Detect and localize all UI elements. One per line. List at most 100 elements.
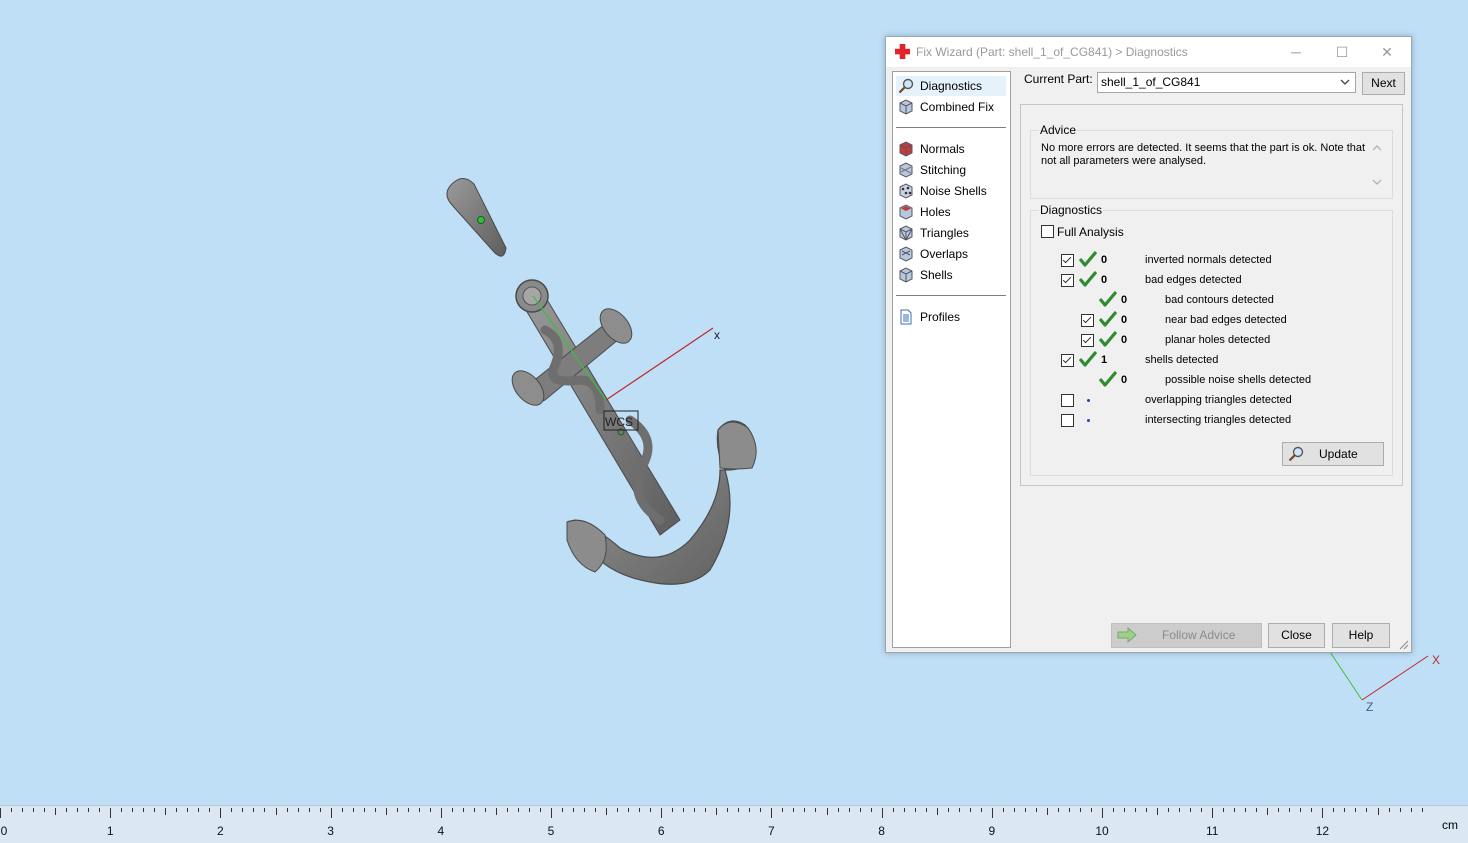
ruler-tick (1090, 808, 1092, 812)
nav-separator (896, 127, 1006, 128)
help-button[interactable]: Help (1332, 623, 1390, 648)
noise-shells-icon (899, 183, 913, 199)
ruler-tick (418, 808, 420, 812)
ruler-tick (220, 808, 222, 818)
advice-scrollbar[interactable] (1370, 142, 1384, 188)
ruler-tick (804, 808, 806, 812)
ruler-tick (969, 808, 971, 812)
nav-separator (896, 295, 1006, 296)
nav-item-profiles[interactable]: Profiles (896, 307, 1006, 327)
ruler-tick (1289, 808, 1291, 812)
ruler-tick (55, 808, 57, 815)
ruler-tick (286, 808, 288, 812)
diagnostic-label: near bad edges detected (1165, 314, 1287, 326)
update-button[interactable]: Update (1282, 442, 1384, 466)
advice-group: Advice No more errors are detected. It s… (1030, 123, 1393, 199)
follow-advice-button[interactable]: Follow Advice (1111, 623, 1262, 648)
nav-label-holes: Holes (920, 205, 951, 219)
ruler-tick (1201, 808, 1203, 812)
ruler-tick (925, 808, 927, 812)
ruler: 0 1 2 3 4 5 6 7 8 9 10 11 12 cm (0, 805, 1468, 843)
title-bar[interactable]: Fix Wizard (Part: shell_1_of_CG841) > Di… (886, 37, 1411, 67)
maximize-button[interactable]: ☐ (1325, 41, 1359, 63)
diagnostic-count: 0 (1121, 314, 1128, 326)
next-button[interactable]: Next (1362, 72, 1405, 95)
nav-item-overlaps[interactable]: Overlaps (896, 244, 1006, 264)
nav-item-holes[interactable]: Holes (896, 202, 1006, 222)
ruler-tick (495, 808, 497, 815)
green-check-icon (1099, 371, 1117, 387)
minimize-button[interactable]: ─ (1279, 41, 1313, 63)
current-part-select[interactable]: shell_1_of_CG841 (1097, 72, 1356, 93)
diagnostic-count: 0 (1101, 254, 1108, 266)
ruler-label: 4 (437, 824, 445, 838)
ruler-tick (749, 808, 751, 812)
diagnostic-checkbox[interactable] (1061, 394, 1074, 407)
ruler-label: 2 (217, 824, 224, 838)
diagnostic-checkbox[interactable] (1081, 314, 1094, 327)
diagnostic-count: 0 (1121, 294, 1128, 306)
stitching-cube-icon (899, 162, 913, 178)
ruler-tick (650, 808, 652, 812)
ruler-label: 1 (106, 824, 114, 838)
diagnostic-checkbox[interactable] (1061, 414, 1074, 427)
fix-wizard-dialog: Fix Wizard (Part: shell_1_of_CG841) > Di… (885, 36, 1412, 653)
ruler-tick (110, 808, 112, 818)
ruler-tick (980, 808, 982, 812)
ruler-tick (11, 808, 13, 812)
diagnostics-title: Diagnostics (1039, 203, 1104, 217)
ruler-tick (1212, 808, 1214, 818)
ruler-tick (1179, 808, 1181, 812)
ruler-label: 5 (547, 824, 555, 838)
close-window-button[interactable]: ✕ (1370, 41, 1404, 63)
ruler-tick (1190, 808, 1192, 812)
ruler-label: 7 (768, 824, 775, 838)
ruler-tick (1035, 808, 1037, 812)
close-button[interactable]: Close (1268, 623, 1325, 648)
ruler-tick (1256, 808, 1258, 812)
diagnostic-checkbox[interactable] (1061, 354, 1074, 367)
ruler-tick (1366, 808, 1368, 812)
ruler-tick (672, 808, 674, 812)
wizard-nav: Diagnostics Combined Fix Normals Stitchi… (892, 71, 1011, 648)
diagnostic-checkbox[interactable] (1061, 274, 1074, 287)
ruler-tick (77, 808, 79, 812)
diagnostic-label: overlapping triangles detected (1145, 394, 1292, 406)
nav-item-diagnostics[interactable]: Diagnostics (896, 76, 1006, 96)
nav-item-normals[interactable]: Normals (896, 139, 1006, 159)
ruler-unit: cm (1442, 818, 1458, 832)
nav-item-shells[interactable]: Shells (896, 265, 1006, 285)
resize-grip-icon[interactable] (1399, 640, 1409, 650)
ruler-tick (66, 808, 68, 812)
overlaps-cube-icon (899, 246, 913, 262)
ruler-tick (738, 808, 740, 812)
diagnostics-group: Diagnostics Full Analysis 0 inverted norm… (1030, 203, 1393, 476)
ruler-tick (958, 808, 960, 812)
ruler-tick (1388, 808, 1390, 812)
holes-cube-icon (899, 204, 913, 220)
ruler-tick (716, 808, 718, 815)
nav-item-combined-fix[interactable]: Combined Fix (896, 97, 1006, 117)
nav-item-stitching[interactable]: Stitching (896, 160, 1006, 180)
ruler-tick (1013, 808, 1015, 812)
ruler-tick (1146, 808, 1148, 812)
pending-dot-icon (1087, 419, 1090, 422)
ruler-tick (407, 808, 409, 812)
ruler-tick (1234, 808, 1236, 812)
ruler-tick (1057, 808, 1059, 812)
ruler-tick (1068, 808, 1070, 812)
ruler-tick (1278, 808, 1280, 812)
full-analysis-checkbox[interactable] (1041, 225, 1054, 238)
ruler-tick (209, 808, 211, 812)
nav-item-triangles[interactable]: Triangles (896, 223, 1006, 243)
nav-label-combined-fix: Combined Fix (920, 100, 995, 114)
ruler-tick (319, 808, 321, 812)
mini-x-label: X (1432, 653, 1440, 667)
ruler-tick (1223, 808, 1225, 812)
diagnostic-checkbox[interactable] (1081, 334, 1094, 347)
nav-item-noise-shells[interactable]: Noise Shells (896, 181, 1006, 201)
arrow-right-icon (1117, 627, 1137, 643)
diagnostics-panel: Advice No more errors are detected. It s… (1020, 104, 1403, 486)
diagnostic-checkbox[interactable] (1061, 254, 1074, 267)
shells-cube-icon (899, 267, 913, 283)
